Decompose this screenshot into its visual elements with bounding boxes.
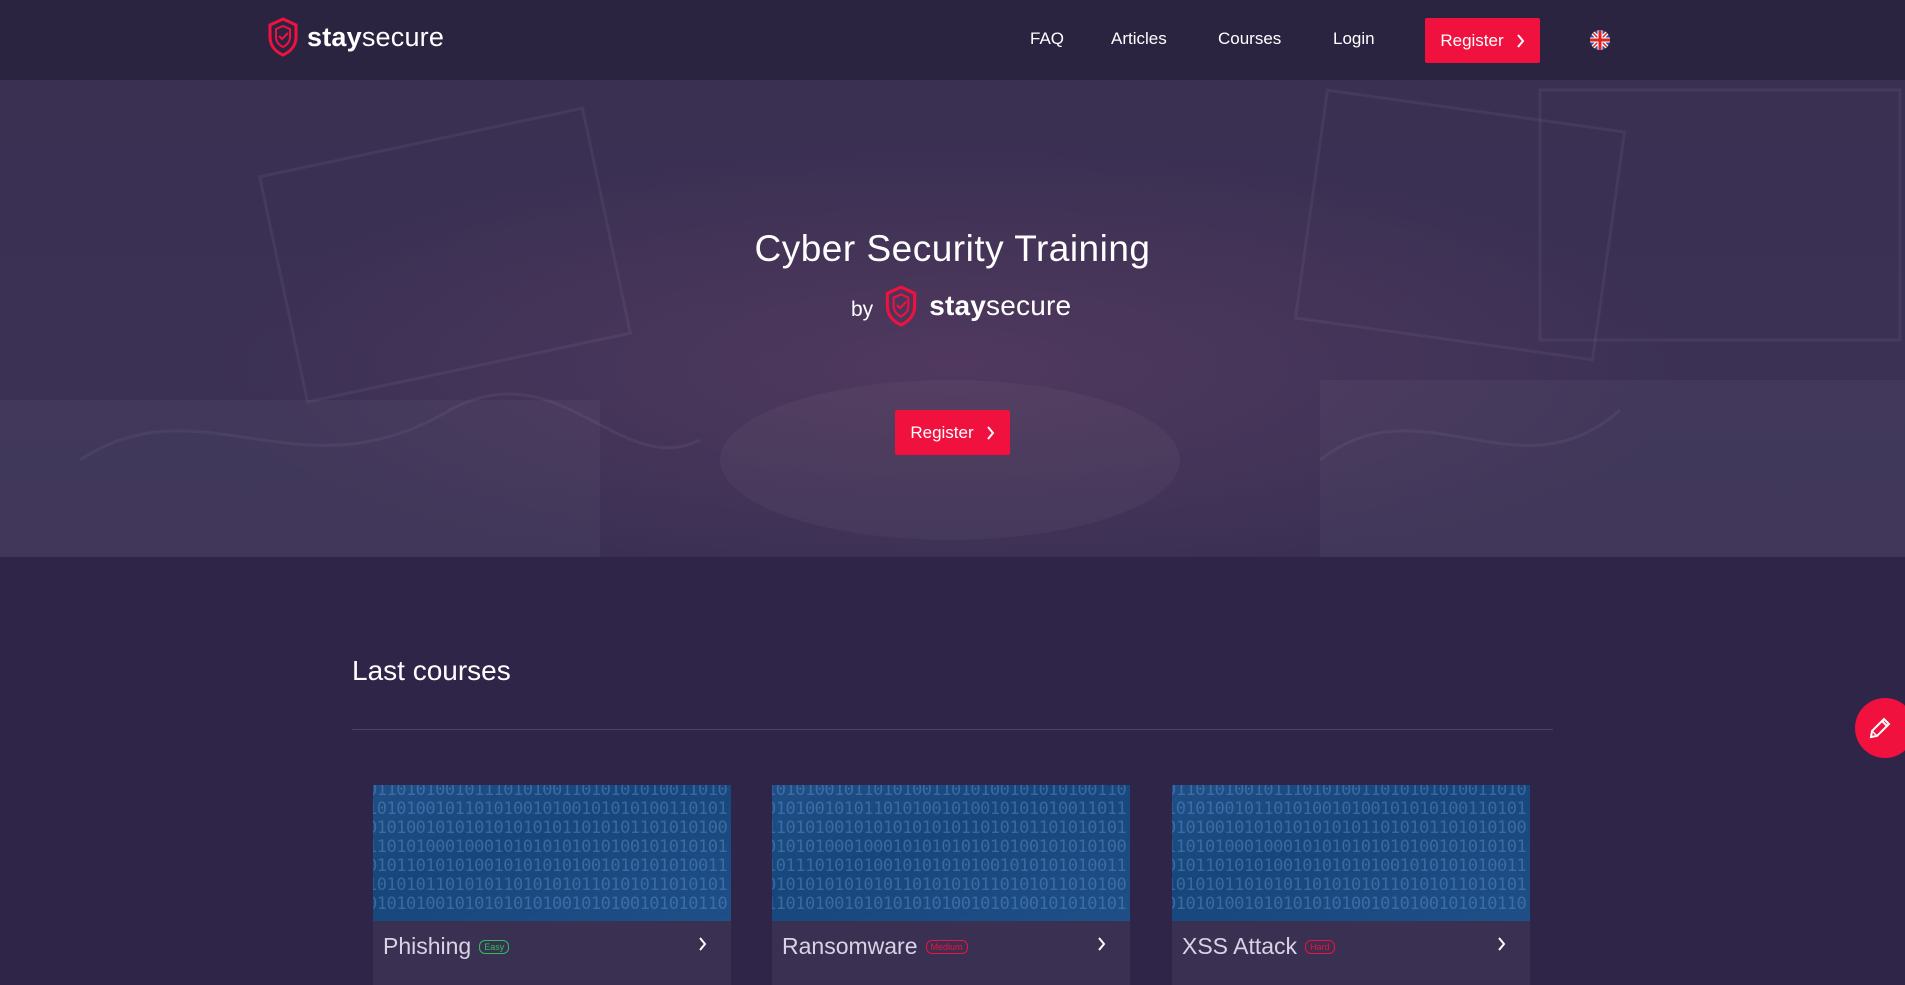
pencil-icon xyxy=(1869,717,1891,739)
nav-articles-link[interactable]: Articles xyxy=(1111,29,1167,49)
chevron-right-icon xyxy=(699,937,707,951)
nav-login-link[interactable]: Login xyxy=(1333,29,1375,49)
register-label: Register xyxy=(1440,30,1504,50)
hero-byline: by staysecure xyxy=(851,285,1071,327)
course-thumbnail: 0110101001011101010011010101010011010 10… xyxy=(1172,785,1530,921)
section-title: Last courses xyxy=(352,655,511,686)
hero-title: Cyber Security Training xyxy=(754,228,1151,269)
register-label: Register xyxy=(910,422,974,442)
course-card-ransomware[interactable]: 1010100101101010011010100101010100110 01… xyxy=(772,785,1130,985)
uk-flag-icon[interactable] xyxy=(1590,30,1610,50)
course-card-xss-attack[interactable]: 0110101001011101010011010101010011010 10… xyxy=(1172,785,1530,985)
shield-logo-icon xyxy=(885,285,917,327)
course-thumbnail: 0110101001011101010011010101010011010 10… xyxy=(373,785,731,921)
hero-register-button[interactable]: Register xyxy=(895,410,1010,455)
chevron-right-icon xyxy=(986,425,994,440)
nav-faq-link[interactable]: FAQ xyxy=(1030,29,1064,49)
course-thumbnail: 1010100101101010011010100101010100110 01… xyxy=(772,785,1130,921)
hero-brand-name: staysecure xyxy=(929,290,1072,321)
floating-edit-button[interactable] xyxy=(1855,698,1905,758)
hero-banner: Cyber Security Training by staysecure Re… xyxy=(0,80,1905,557)
by-label: by xyxy=(851,298,874,321)
chevron-right-icon xyxy=(1498,937,1506,951)
nav-register-button[interactable]: Register xyxy=(1425,18,1540,63)
nav-courses-link[interactable]: Courses xyxy=(1218,29,1281,49)
chevron-right-icon xyxy=(1098,937,1106,951)
section-divider xyxy=(352,729,1553,730)
nav-menu: FAQ Articles Courses Login xyxy=(0,0,1905,80)
top-navbar: staysecure FAQ Articles Courses Login Re… xyxy=(0,0,1905,80)
chevron-right-icon xyxy=(1516,33,1524,48)
course-card-phishing[interactable]: 0110101001011101010011010101010011010 10… xyxy=(373,785,731,985)
